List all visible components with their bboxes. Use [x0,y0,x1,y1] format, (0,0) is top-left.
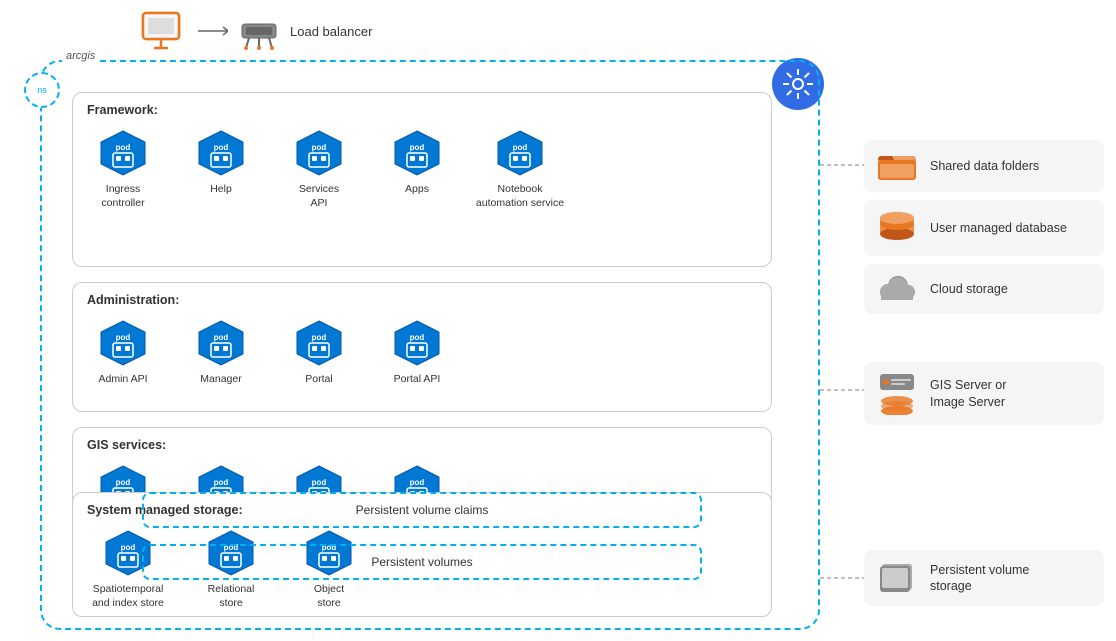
svg-text:pod: pod [410,478,425,487]
pod-apps-label: Apps [405,183,429,197]
admin-title: Administration: [87,293,179,307]
pod-apps: pod Apps [377,128,457,197]
gis-title: GIS services: [87,438,166,452]
monitor-icon [140,10,188,52]
svg-text:pod: pod [116,478,131,487]
pod-notebook-label: Notebookautomation service [476,183,564,210]
pod-apps-icon: pod [392,128,442,178]
pvc-box: Persistent volume claims [142,492,702,528]
pod-portal-api-label: Portal API [394,373,441,387]
pod-portal-api-icon: pod [392,318,442,368]
pod-admin-api: pod Admin API [83,318,163,387]
pod-manager-icon: pod [196,318,246,368]
pod-notebook-icon: pod [495,128,545,178]
layers-icon [878,395,916,415]
right-connector-1 [820,160,870,170]
pod-spatiotemporal-label: Spatiotemporaland index store [92,583,164,610]
user-managed-db-label: User managed database [930,220,1067,236]
svg-text:pod: pod [214,143,229,152]
pod-ingress-icon: pod [98,128,148,178]
svg-text:pod: pod [312,143,327,152]
database-icon [878,210,916,246]
svg-text:pod: pod [116,333,131,342]
admin-pods: pod Admin API pod [83,318,457,387]
gis-server-label: GIS Server orImage Server [930,377,1006,410]
lb-connector [198,21,228,41]
shared-data-folders-item: Shared data folders [864,140,1104,192]
pod-manager: pod Manager [181,318,261,387]
framework-section: Framework: pod Ingresscontroller [72,92,772,267]
pod-notebook: pod Notebookautomation service [475,128,565,210]
pod-help: pod Help [181,128,261,197]
pod-admin-api-label: Admin API [98,373,147,387]
pod-help-label: Help [210,183,232,197]
ns-badge: ns [24,72,60,108]
svg-text:pod: pod [410,143,425,152]
pod-help-icon: pod [196,128,246,178]
pod-portal-api: pod Portal API [377,318,457,387]
pod-portal-icon: pod [294,318,344,368]
pv-box: Persistent volumes [142,544,702,580]
pod-portal: pod Portal [279,318,359,387]
right-connector-3 [820,573,870,583]
pv-storage-group: Persistent volumestorage [864,550,1104,606]
svg-text:pod: pod [312,478,327,487]
pv-storage-label: Persistent volumestorage [930,562,1029,595]
server-icon [878,372,916,392]
external-services-group-1: Shared data folders User managed databas… [864,140,1104,314]
framework-pods: pod Ingresscontroller pod [83,128,565,210]
pv-label: Persistent volumes [371,555,472,569]
svg-text:pod: pod [312,333,327,342]
pod-services-api-icon: pod [294,128,344,178]
cloud-storage-label: Cloud storage [930,281,1008,297]
arcgis-namespace-box: arcgis ns Framework: pod [40,60,820,630]
svg-text:pod: pod [410,333,425,342]
gis-server-group: GIS Server orImage Server [864,362,1104,425]
cloud-storage-item: Cloud storage [864,264,1104,314]
pod-services-api: pod ServicesAPI [279,128,359,210]
storage-icon [878,560,916,596]
pod-relational-label: Relationalstore [208,583,255,610]
framework-title: Framework: [87,103,158,117]
administration-section: Administration: pod Admin API [72,282,772,412]
svg-text:pod: pod [214,333,229,342]
right-connector-2 [820,385,870,395]
pv-storage-item: Persistent volumestorage [864,550,1104,606]
folder-icon [878,150,916,182]
gis-server-item: GIS Server orImage Server [864,362,1104,425]
arcgis-label: arcgis [62,50,99,62]
pod-ingress-controller: pod Ingresscontroller [83,128,163,210]
svg-text:pod: pod [116,143,131,152]
diagram: Load balancer arcgis ns Framework: [0,0,1116,641]
network-switch-icon [238,10,280,52]
cloud-icon [878,274,916,304]
load-balancer-label: Load balancer [290,24,372,39]
pod-manager-label: Manager [200,373,241,387]
load-balancer-group: Load balancer [140,10,372,52]
svg-text:pod: pod [513,143,528,152]
pvc-label: Persistent volume claims [356,503,489,517]
pod-object-store-label: Objectstore [314,583,344,610]
user-managed-db-item: User managed database [864,200,1104,256]
svg-text:pod: pod [121,543,136,552]
shared-data-folders-label: Shared data folders [930,158,1039,174]
pod-portal-label: Portal [305,373,332,387]
pod-admin-api-icon: pod [98,318,148,368]
gis-server-icon-group [878,372,916,415]
pod-services-api-label: ServicesAPI [299,183,339,210]
svg-text:pod: pod [214,478,229,487]
pod-ingress-label: Ingresscontroller [101,183,144,210]
